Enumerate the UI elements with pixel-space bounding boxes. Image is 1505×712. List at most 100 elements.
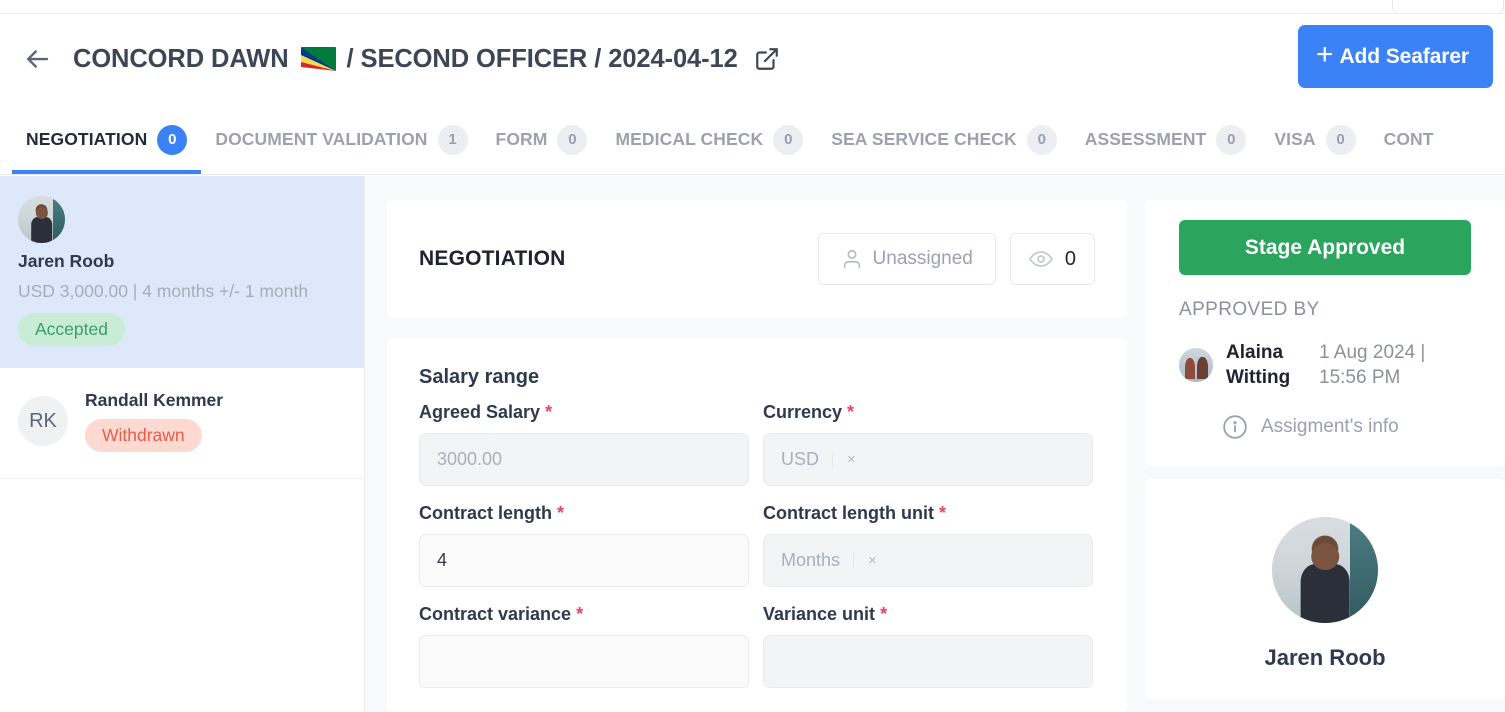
tab-label: ASSESSMENT [1084, 129, 1207, 149]
required-marker: * [576, 604, 584, 624]
stage-header-card: NEGOTIATION Unassigned 0 [387, 200, 1127, 318]
tab-label: CONT [1383, 129, 1434, 149]
breadcrumb-date: 2024-04-12 [608, 44, 738, 73]
assignee-label: Unassigned [872, 248, 973, 269]
field-label-text: Contract length [419, 503, 552, 523]
required-marker: * [557, 503, 565, 523]
plus-icon: + [1316, 38, 1334, 71]
text-input[interactable]: 3000.00 [419, 433, 749, 486]
clear-selection-icon[interactable]: × [832, 452, 856, 467]
tab-assessment[interactable]: ASSESSMENT 0 [1071, 104, 1261, 174]
selected-value: Months [781, 550, 841, 570]
input-value: 3000.00 [437, 449, 503, 469]
arrow-left-icon [27, 50, 49, 68]
tab-document-validation[interactable]: DOCUMENT VALIDATION 1 [201, 104, 481, 174]
tab-label: FORM [495, 129, 548, 149]
approver-row: Alaina Witting 1 Aug 2024 | 15:56 PM [1179, 340, 1471, 390]
text-input[interactable]: 4 [419, 534, 749, 587]
field-label: Variance unit * [763, 604, 1093, 625]
form-field: Contract length unit * Months × [763, 503, 1093, 587]
avatar [18, 196, 346, 243]
top-cutoff-element [1392, 0, 1504, 14]
field-label-text: Currency [763, 402, 843, 422]
candidate-name: Randall Kemmer [85, 390, 224, 411]
field-label: Contract length * [419, 503, 749, 524]
breadcrumb-separator-1: / [346, 44, 354, 73]
tab-visa[interactable]: VISA 0 [1260, 104, 1369, 174]
tab-count-badge: 0 [157, 124, 188, 155]
status-badge: Withdrawn [85, 419, 202, 453]
required-marker: * [939, 503, 947, 523]
tab-label: DOCUMENT VALIDATION [215, 129, 428, 149]
external-link-icon [755, 48, 778, 70]
required-marker: * [545, 402, 553, 422]
seafarer-avatar [1272, 517, 1378, 624]
tab-count-badge: 1 [437, 124, 468, 155]
form-field: Contract variance * [419, 604, 749, 688]
tab-form[interactable]: FORM 0 [482, 104, 602, 174]
page-body: Jaren Roob USD 3,000.00 | 4 months +/- 1… [0, 176, 1505, 712]
field-label: Agreed Salary * [419, 402, 749, 423]
approved-by-heading: APPROVED BY [1179, 299, 1320, 320]
tab-count-badge: 0 [1026, 124, 1057, 155]
tab-cont[interactable]: CONT [1370, 104, 1448, 174]
tab-count-badge: 0 [1216, 124, 1247, 155]
tab-sea-service-check[interactable]: SEA SERVICE CHECK 0 [817, 104, 1071, 174]
breadcrumb: CONCORD DAWN / SECOND OFFICER / 2024-04-… [73, 45, 780, 74]
stage-title: NEGOTIATION [419, 247, 566, 270]
approval-card: Stage Approved APPROVED BY Alaina Wittin… [1145, 200, 1505, 467]
field-label: Contract length unit * [763, 503, 1093, 524]
clear-selection-icon[interactable]: × [853, 553, 877, 568]
tab-negotiation[interactable]: NEGOTIATION 0 [12, 104, 202, 174]
select-input[interactable]: Months × [763, 534, 1093, 587]
tab-count-badge: 0 [1325, 124, 1356, 155]
assignment-info-button[interactable]: Assigment's info [1179, 414, 1471, 440]
candidate-card[interactable]: RK Randall Kemmer Withdrawn [0, 368, 364, 480]
selected-value: USD [781, 449, 820, 469]
main-content: NEGOTIATION Unassigned 0 Salary range Ag… [365, 176, 1145, 712]
breadcrumb-vessel: CONCORD DAWN [73, 44, 289, 73]
form-field: Contract length * 4 [419, 503, 749, 587]
breadcrumb-separator-2: / [594, 44, 602, 73]
views-button[interactable]: 0 [1009, 233, 1095, 285]
field-label-text: Contract variance [419, 604, 572, 624]
breadcrumb-rank: SECOND OFFICER [360, 44, 588, 73]
eye-icon [1028, 251, 1053, 267]
input-value: 4 [437, 550, 448, 570]
candidates-sidebar: Jaren Roob USD 3,000.00 | 4 months +/- 1… [0, 176, 365, 712]
approver-timestamp: 1 Aug 2024 | 15:56 PM [1319, 342, 1426, 389]
stage-approved-button[interactable]: Stage Approved [1179, 220, 1471, 275]
tab-medical-check[interactable]: MEDICAL CHECK 0 [601, 104, 817, 174]
form-field: Agreed Salary * 3000.00 [419, 402, 749, 486]
candidate-terms: USD 3,000.00 | 4 months +/- 1 month [18, 281, 309, 301]
add-seafarer-label: Add Seafarer [1339, 44, 1469, 68]
field-label: Currency * [763, 402, 1093, 423]
assignee-button[interactable]: Unassigned [817, 233, 996, 285]
candidate-name: Jaren Roob [18, 251, 115, 271]
approval-panel: Stage Approved APPROVED BY Alaina Wittin… [1145, 176, 1505, 712]
form-field: Currency * USD × [763, 402, 1093, 486]
tab-label: SEA SERVICE CHECK [831, 129, 1017, 149]
open-external-button[interactable] [754, 46, 780, 72]
candidate-card-selected[interactable]: Jaren Roob USD 3,000.00 | 4 months +/- 1… [0, 176, 364, 369]
avatar-initials: RK [18, 396, 68, 447]
form-field: Variance unit * [763, 604, 1093, 688]
page-header: CONCORD DAWN / SECOND OFFICER / 2024-04-… [0, 14, 1505, 104]
field-label: Contract variance * [419, 604, 749, 625]
approver-avatar [1179, 348, 1213, 383]
tab-label: NEGOTIATION [26, 129, 148, 149]
tab-count-badge: 0 [557, 124, 588, 155]
stage-tabs: NEGOTIATION 0 DOCUMENT VALIDATION 1 FORM 0 MED… [0, 104, 1505, 175]
select-input[interactable]: USD × [763, 433, 1093, 486]
info-icon [1223, 415, 1247, 439]
add-seafarer-button[interactable]: + Add Seafarer [1298, 25, 1493, 88]
field-label-text: Contract length unit [763, 503, 934, 523]
tab-count-badge: 0 [773, 124, 804, 155]
text-input[interactable] [419, 635, 749, 688]
select-input[interactable] [763, 635, 1093, 688]
back-button[interactable] [18, 40, 56, 78]
form-fields-grid: Agreed Salary * 3000.00 Currency * USD × Cont… [419, 402, 1095, 705]
required-marker: * [880, 604, 888, 624]
assignment-info-label: Assigment's info [1261, 416, 1399, 438]
status-badge: Accepted [18, 313, 125, 347]
